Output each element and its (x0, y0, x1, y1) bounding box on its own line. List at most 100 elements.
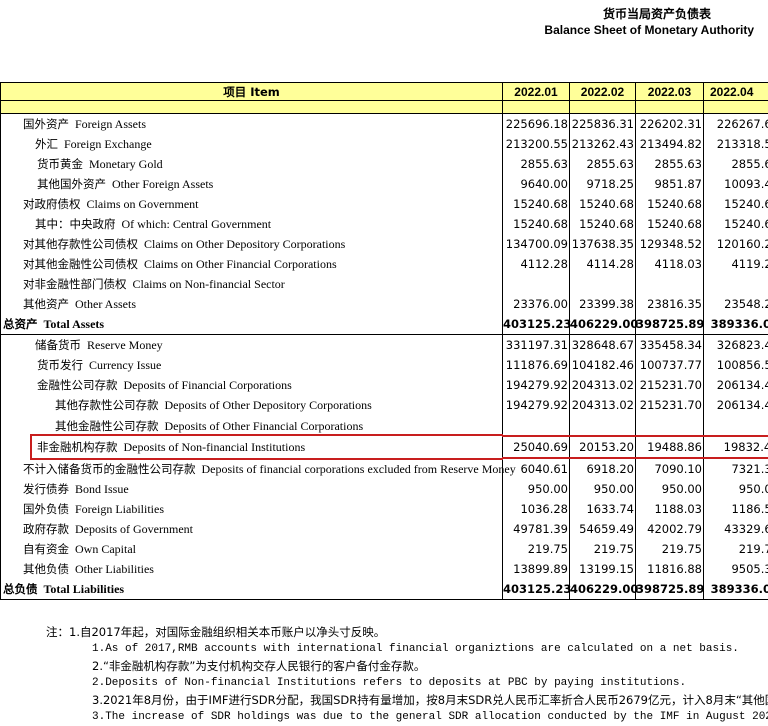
header-col-4: 2022.04 (704, 83, 768, 101)
cell-value: 19488.86 (636, 436, 704, 458)
row-label: 自有资金Own Capital (1, 539, 503, 559)
cell-value: 2855.63 (704, 154, 768, 174)
row-label: 对其他存款性公司债权Claims on Other Depository Cor… (1, 234, 503, 254)
cell-value: 4119.28 (704, 254, 768, 274)
cell-value: 950.00 (704, 479, 768, 499)
table-row: 国外负债Foreign Liabilities1036.281633.74118… (1, 499, 768, 519)
cell-value: 6918.20 (570, 458, 636, 479)
table-row: 货币黄金Monetary Gold2855.632855.632855.6328… (1, 154, 768, 174)
row-label: 不计入储备货币的金融性公司存款Deposits of financial cor… (1, 458, 503, 479)
row-label: 其他负债Other Liabilities (1, 559, 503, 579)
cell-value: 403125.23 (503, 579, 570, 600)
cell-value: 398725.89 (636, 314, 704, 335)
cell-value: 1633.74 (570, 499, 636, 519)
cell-value: 137638.35 (570, 234, 636, 254)
cell-value: 42002.79 (636, 519, 704, 539)
table-header-row: 项目 Item 2022.01 2022.02 2022.03 2022.04 (1, 83, 768, 101)
cell-value (570, 274, 636, 294)
row-label: 对非金融性部门债权Claims on Non-financial Sector (1, 274, 503, 294)
cell-value: 219.75 (704, 539, 768, 559)
cell-value (636, 274, 704, 294)
cell-value: 4114.28 (570, 254, 636, 274)
cell-value: 398725.89 (636, 579, 704, 600)
cell-value: 1036.28 (503, 499, 570, 519)
table-row: 外汇Foreign Exchange213200.55213262.432134… (1, 134, 768, 154)
cell-value: 950.00 (570, 479, 636, 499)
cell-value (503, 274, 570, 294)
table-row: 其他国外资产Other Foreign Assets9640.009718.25… (1, 174, 768, 194)
cell-value: 213318.52 (704, 134, 768, 154)
cell-value: 13199.15 (570, 559, 636, 579)
title-chinese: 货币当局资产负债表 (603, 5, 711, 22)
cell-value: 406229.00 (570, 314, 636, 335)
cell-value: 49781.39 (503, 519, 570, 539)
cell-value: 389336.03 (704, 579, 768, 600)
cell-value: 328648.67 (570, 335, 636, 356)
note-1-cn: 注：1.自2017年起，对国际金融组织相关本币账户以净头寸反映。 (0, 624, 768, 641)
row-label: 金融性公司存款Deposits of Financial Corporation… (1, 375, 503, 395)
cell-value: 215231.70 (636, 395, 704, 415)
table-row: 其他存款性公司存款Deposits of Other Depository Co… (1, 395, 768, 415)
cell-value: 215231.70 (636, 375, 704, 395)
table-row: 其他资产Other Assets23376.0023399.3823816.35… (1, 294, 768, 314)
cell-value: 2855.63 (570, 154, 636, 174)
table-row: 其他负债Other Liabilities13899.8913199.15118… (1, 559, 768, 579)
cell-value: 194279.92 (503, 395, 570, 415)
cell-value: 120160.20 (704, 234, 768, 254)
cell-value: 15240.68 (570, 214, 636, 234)
table-row: 其他金融性公司存款Deposits of Other Financial Cor… (1, 415, 768, 436)
cell-value: 7321.34 (704, 458, 768, 479)
row-label: 其他金融性公司存款Deposits of Other Financial Cor… (1, 415, 503, 436)
row-label: 国外负债Foreign Liabilities (1, 499, 503, 519)
cell-value: 225696.18 (503, 114, 570, 135)
row-label: 总负债Total Liabilities (1, 579, 503, 600)
row-label: 发行债券Bond Issue (1, 479, 503, 499)
cell-value: 100737.77 (636, 355, 704, 375)
table-row: 发行债券Bond Issue950.00950.00950.00950.00 (1, 479, 768, 499)
cell-value: 11816.88 (636, 559, 704, 579)
cell-value: 4118.03 (636, 254, 704, 274)
row-label: 其他存款性公司存款Deposits of Other Depository Co… (1, 395, 503, 415)
cell-value: 13899.89 (503, 559, 570, 579)
row-label: 总资产Total Assets (1, 314, 503, 335)
cell-value: 331197.31 (503, 335, 570, 356)
cell-value (503, 415, 570, 436)
table-row: 不计入储备货币的金融性公司存款Deposits of financial cor… (1, 458, 768, 479)
cell-value: 1186.55 (704, 499, 768, 519)
cell-value: 206134.42 (704, 375, 768, 395)
table-row: 对其他存款性公司债权Claims on Other Depository Cor… (1, 234, 768, 254)
cell-value: 15240.68 (704, 214, 768, 234)
cell-value: 326823.44 (704, 335, 768, 356)
row-label: 政府存款Deposits of Government (1, 519, 503, 539)
cell-value: 2855.63 (503, 154, 570, 174)
table-row: 金融性公司存款Deposits of Financial Corporation… (1, 375, 768, 395)
table-row: 自有资金Own Capital219.75219.75219.75219.75 (1, 539, 768, 559)
cell-value: 225836.31 (570, 114, 636, 135)
table-row: 其中：中央政府Of which: Central Government15240… (1, 214, 768, 234)
header-item: 项目 Item (1, 83, 503, 101)
cell-value: 204313.02 (570, 395, 636, 415)
cell-value: 9718.25 (570, 174, 636, 194)
cell-value: 19832.48 (704, 436, 768, 458)
cell-value: 15240.68 (636, 214, 704, 234)
cell-value: 23816.35 (636, 294, 704, 314)
cell-value (636, 415, 704, 436)
row-label: 货币黄金Monetary Gold (1, 154, 503, 174)
cell-value: 2855.63 (636, 154, 704, 174)
cell-value: 23548.27 (704, 294, 768, 314)
cell-value: 1188.03 (636, 499, 704, 519)
note-2-cn: 2.“非金融机构存款”为支付机构交存人民银行的客户备付金存款。 (0, 658, 768, 675)
cell-value: 389336.03 (704, 314, 768, 335)
cell-value: 403125.23 (503, 314, 570, 335)
header-band (1, 101, 768, 114)
cell-value: 10093.45 (704, 174, 768, 194)
cell-value: 15240.68 (570, 194, 636, 214)
header-col-2: 2022.02 (570, 83, 636, 101)
note-3-en: 3.The increase of SDR holdings was due t… (0, 709, 768, 726)
cell-value (704, 274, 768, 294)
cell-value: 20153.20 (570, 436, 636, 458)
note-1-en: 1.As of 2017,RMB accounts with internati… (0, 641, 768, 658)
note-3-cn: 3.2021年8月份，由于IMF进行SDR分配，我国SDR持有量增加，按8月末S… (0, 692, 768, 709)
balance-sheet-table: 项目 Item 2022.01 2022.02 2022.03 2022.04 … (0, 82, 768, 600)
cell-value (704, 415, 768, 436)
